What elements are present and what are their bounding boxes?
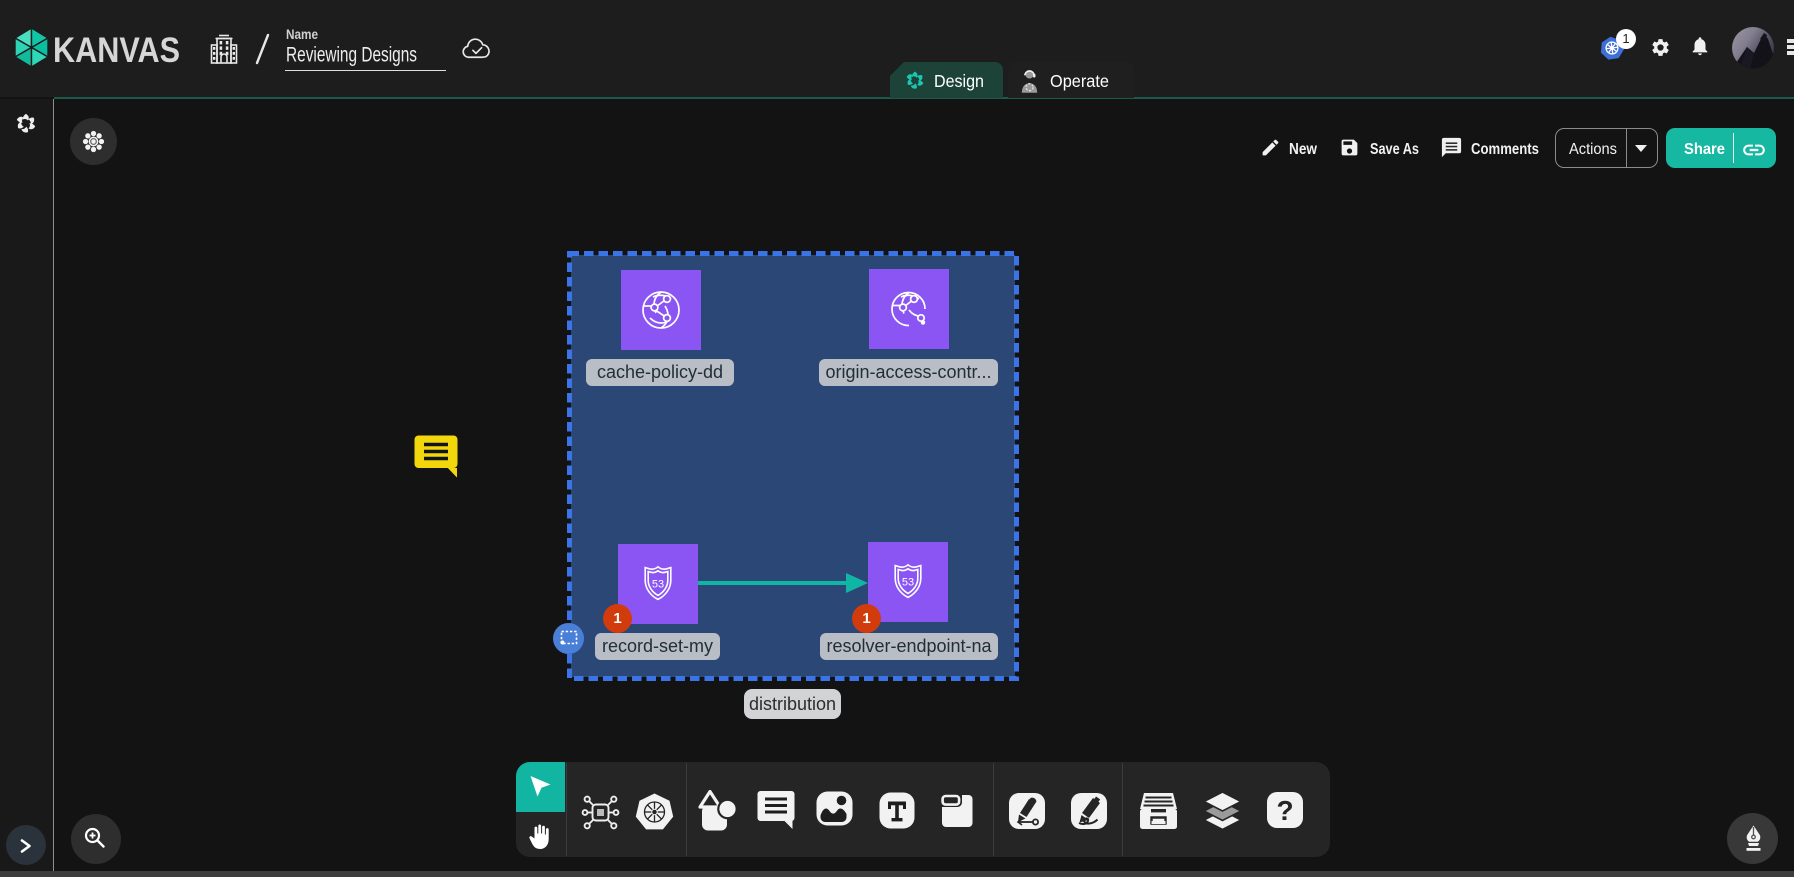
svg-text:KANVAS: KANVAS (53, 31, 180, 70)
svg-text:Reviewing Designs: Reviewing Designs (286, 44, 417, 67)
svg-text:53: 53 (652, 579, 664, 591)
svg-text:?: ? (1276, 795, 1293, 826)
svg-text:Operate: Operate (1050, 71, 1109, 91)
svg-text:53: 53 (902, 577, 914, 589)
svg-text:Design: Design (934, 71, 984, 91)
svg-text:Share: Share (1684, 141, 1725, 158)
svg-text:Comments: Comments (1471, 141, 1539, 158)
svg-text:Actions: Actions (1569, 141, 1617, 158)
svg-text:Save As: Save As (1370, 141, 1419, 158)
svg-text:New: New (1289, 141, 1318, 158)
svg-text:Name: Name (286, 27, 318, 42)
